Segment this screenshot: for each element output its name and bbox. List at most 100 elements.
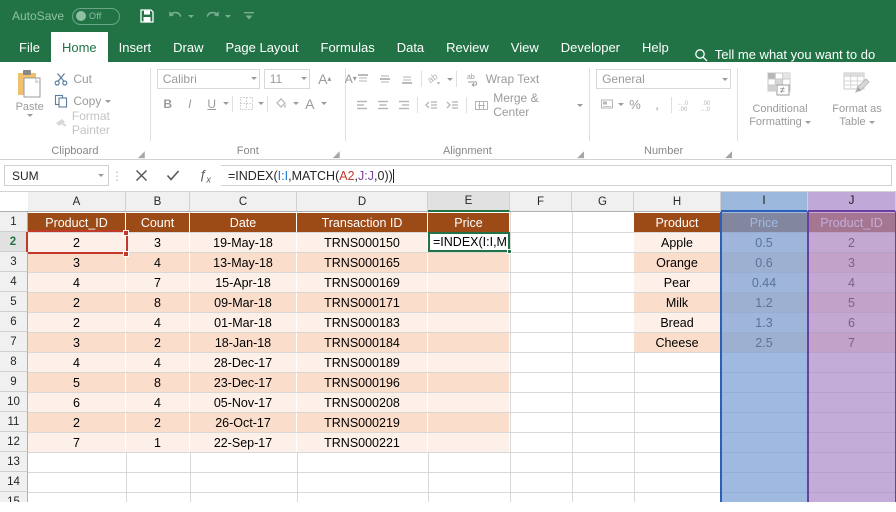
table-row[interactable]: 26-Oct-17 [190, 413, 296, 432]
table-row[interactable] [428, 433, 509, 452]
tab-data[interactable]: Data [386, 32, 435, 62]
font-color-button[interactable]: A [299, 93, 321, 114]
table-row[interactable]: 18-Jan-18 [190, 333, 296, 352]
redo-dropdown-icon[interactable] [225, 14, 232, 18]
row-header-11[interactable]: 11 [0, 412, 28, 432]
tab-insert[interactable]: Insert [108, 32, 163, 62]
cut-button[interactable]: Cut [53, 68, 143, 90]
font-color-dropdown-icon[interactable] [320, 102, 327, 105]
row-header-3[interactable]: 3 [0, 252, 28, 272]
accounting-format-button[interactable] [596, 94, 618, 115]
cancel-formula-button[interactable] [125, 165, 157, 187]
underline-dropdown-icon[interactable] [222, 102, 229, 105]
table-row[interactable] [428, 353, 509, 372]
font-dialog-launcher[interactable]: ◢ [332, 150, 341, 159]
row-header-12[interactable]: 12 [0, 432, 28, 452]
table-row[interactable]: 4 [28, 353, 125, 372]
table-row[interactable]: 3 [28, 333, 125, 352]
table-row[interactable]: 4 [126, 313, 189, 332]
name-box-dropdown-icon[interactable] [98, 174, 104, 177]
lookup-row[interactable]: Cheese [634, 333, 720, 352]
save-icon[interactable] [134, 4, 160, 28]
row-header-4[interactable]: 4 [0, 272, 28, 292]
table-row[interactable]: 4 [126, 393, 189, 412]
table-row[interactable]: TRNS000208 [297, 393, 427, 412]
lookup-row[interactable]: Apple [634, 233, 720, 252]
tab-file[interactable]: File [8, 32, 51, 62]
undo-dropdown-icon[interactable] [188, 14, 195, 18]
customize-qat-icon[interactable] [236, 4, 262, 28]
table-row[interactable]: TRNS000189 [297, 353, 427, 372]
tell-me-search[interactable]: Tell me what you want to do [694, 47, 875, 62]
fill-color-button[interactable] [271, 93, 293, 114]
row-header-6[interactable]: 6 [0, 312, 28, 332]
align-bottom-button[interactable] [396, 69, 418, 90]
conditional-formatting-dropdown-icon[interactable] [804, 120, 811, 124]
table-row[interactable] [428, 293, 509, 312]
bold-button[interactable]: B [157, 93, 179, 114]
autosave-toggle[interactable]: Off [72, 7, 121, 25]
align-left-button[interactable] [352, 95, 373, 116]
table-row[interactable]: TRNS000184 [297, 333, 427, 352]
tab-formulas[interactable]: Formulas [310, 32, 386, 62]
table-row[interactable]: TRNS000221 [297, 433, 427, 452]
row-header-8[interactable]: 8 [0, 352, 28, 372]
table-row[interactable]: 2 [28, 293, 125, 312]
table-row[interactable]: 13-May-18 [190, 253, 296, 272]
decrease-decimal-button[interactable]: .00 →.0 [697, 94, 719, 115]
table-row[interactable]: 2 [126, 333, 189, 352]
row-header-15[interactable]: 15 [0, 492, 28, 502]
table-row[interactable]: 3 [126, 233, 189, 252]
table-row[interactable]: 8 [126, 373, 189, 392]
column-header-J[interactable]: J [808, 192, 896, 212]
table-row[interactable]: 15-Apr-18 [190, 273, 296, 292]
table-row[interactable]: 5 [28, 373, 125, 392]
underline-button[interactable]: U [201, 93, 223, 114]
increase-font-size-button[interactable]: A ▴ [314, 68, 336, 89]
name-box[interactable]: SUM [4, 165, 109, 186]
table-row[interactable] [428, 313, 509, 332]
table-row[interactable]: 4 [126, 353, 189, 372]
column-header-H[interactable]: H [634, 192, 721, 212]
table-row[interactable]: 6 [28, 393, 125, 412]
table-row[interactable]: 4 [28, 273, 125, 292]
table-row[interactable]: TRNS000150 [297, 233, 427, 252]
column-header-I[interactable]: I [721, 192, 808, 212]
align-top-button[interactable] [352, 69, 374, 90]
table-row[interactable]: 2 [126, 413, 189, 432]
font-name-combo[interactable]: Calibri [156, 68, 260, 89]
table-header-cell[interactable]: Price [428, 213, 509, 232]
column-header-D[interactable]: D [297, 192, 428, 212]
table-header-cell[interactable]: Transaction ID [297, 213, 427, 232]
column-header-E[interactable]: E [428, 192, 510, 212]
paste-button[interactable]: Paste [6, 66, 53, 117]
table-row[interactable]: TRNS000196 [297, 373, 427, 392]
redo-icon[interactable] [199, 4, 225, 28]
table-row[interactable]: 7 [28, 433, 125, 452]
lookup-row[interactable]: Pear [634, 273, 720, 292]
table-row[interactable]: 09-Mar-18 [190, 293, 296, 312]
column-header-C[interactable]: C [190, 192, 297, 212]
row-header-5[interactable]: 5 [0, 292, 28, 312]
orientation-button[interactable]: ab [425, 69, 447, 90]
table-row[interactable]: 2 [28, 313, 125, 332]
table-row[interactable]: 7 [126, 273, 189, 292]
tab-view[interactable]: View [500, 32, 550, 62]
font-size-combo[interactable]: 11 [263, 68, 310, 89]
formula-input[interactable]: =INDEX(I:I ,MATCH(A2, J:J ,0)) [221, 165, 892, 186]
merge-center-button[interactable]: Merge & Center [474, 91, 584, 119]
conditional-formatting-button[interactable]: ≠ Conditional Formatting [744, 68, 816, 128]
table-row[interactable]: TRNS000183 [297, 313, 427, 332]
table-row[interactable]: TRNS000165 [297, 253, 427, 272]
font-name-dropdown-icon[interactable] [250, 77, 257, 80]
orientation-dropdown-icon[interactable] [446, 77, 453, 81]
table-row[interactable] [428, 333, 509, 352]
column-header-A[interactable]: A [28, 192, 126, 212]
table-row[interactable]: 28-Dec-17 [190, 353, 296, 372]
tab-home[interactable]: Home [50, 32, 108, 62]
table-row[interactable]: 3 [28, 253, 125, 272]
table-row[interactable]: 01-Mar-18 [190, 313, 296, 332]
undo-icon[interactable] [162, 4, 188, 28]
table-row[interactable]: 8 [126, 293, 189, 312]
table-header-cell[interactable]: Count [126, 213, 189, 232]
